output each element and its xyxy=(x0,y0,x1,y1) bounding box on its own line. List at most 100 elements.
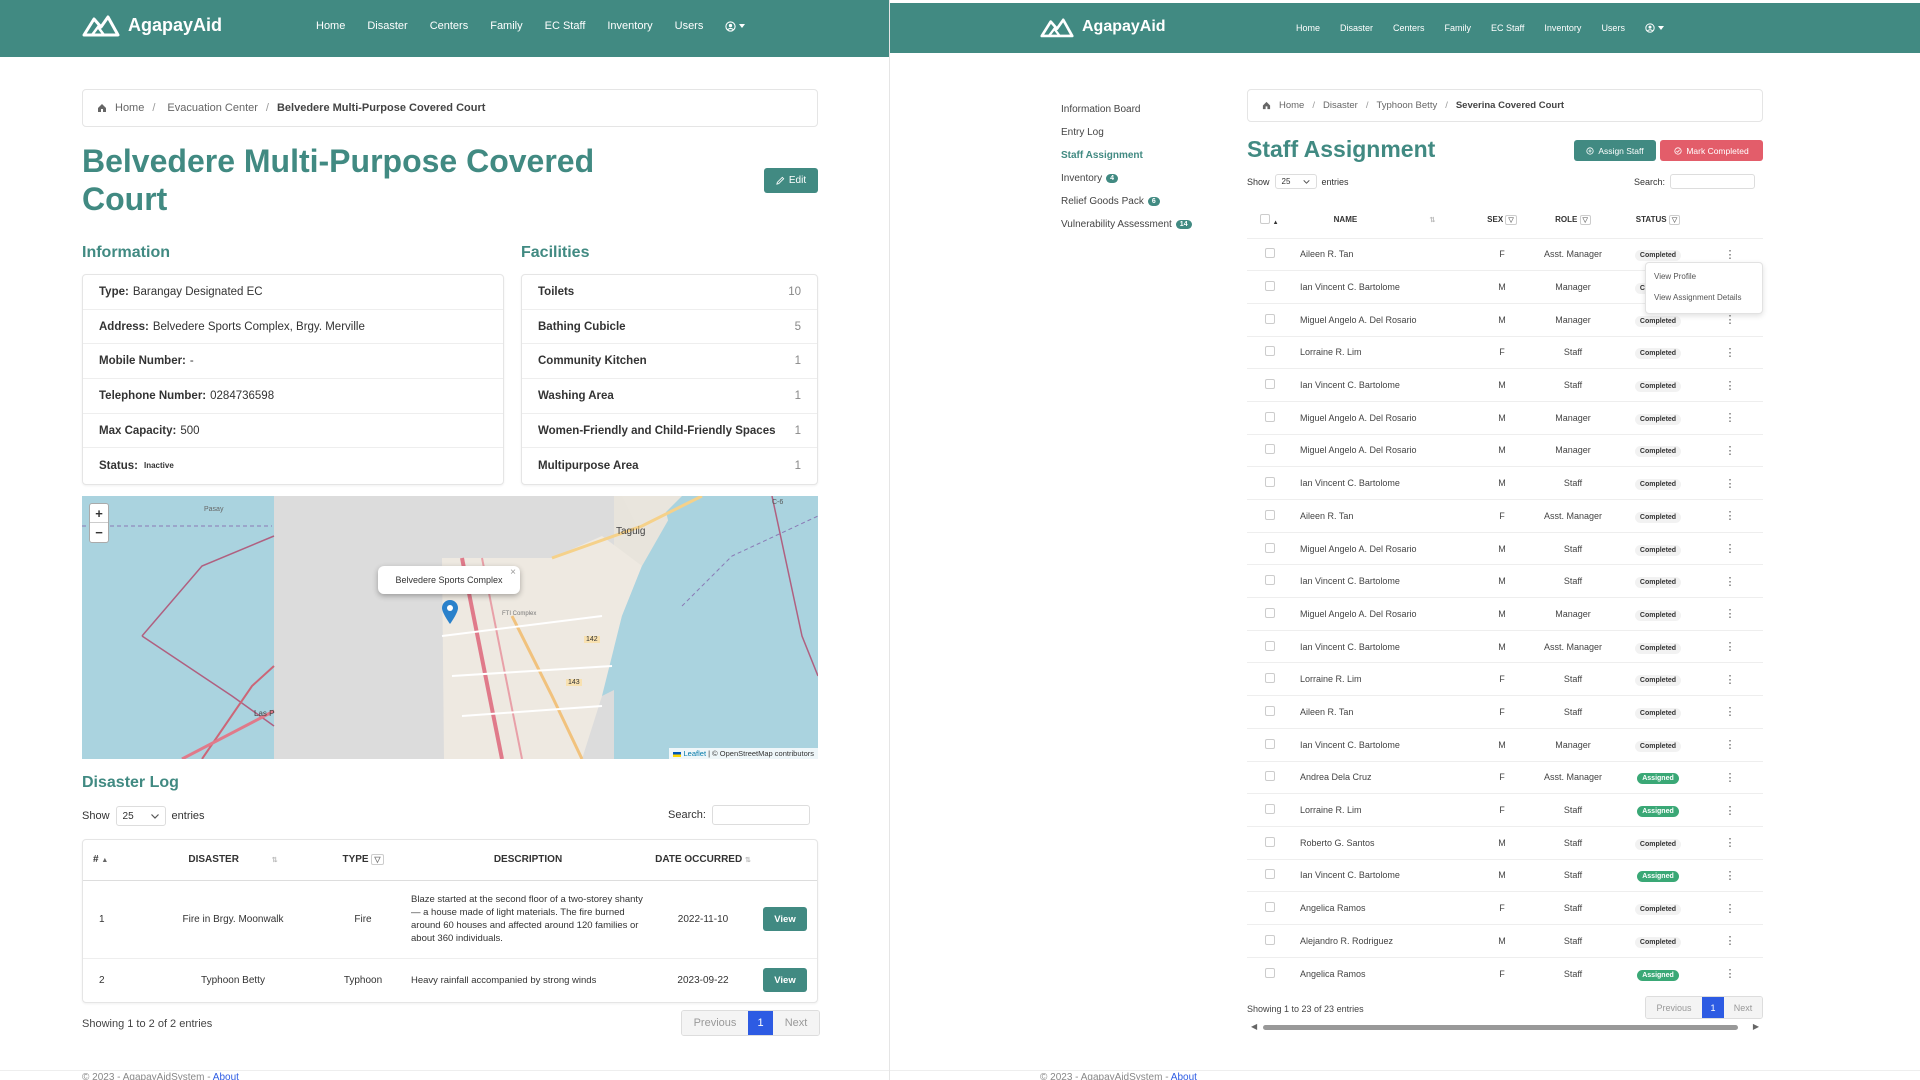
edit-button[interactable]: Edit xyxy=(764,168,818,193)
search-input[interactable] xyxy=(1670,174,1756,189)
kebab-menu-icon[interactable]: ⋮ xyxy=(1725,445,1736,457)
user-menu[interactable] xyxy=(725,20,746,32)
kebab-menu-icon[interactable]: ⋮ xyxy=(1725,576,1736,588)
row-checkbox[interactable] xyxy=(1264,607,1275,618)
row-checkbox[interactable] xyxy=(1264,738,1275,749)
about-link[interactable]: About xyxy=(1171,1072,1197,1080)
zoom-out-button[interactable]: − xyxy=(90,523,108,542)
row-checkbox[interactable] xyxy=(1264,771,1275,782)
row-checkbox[interactable] xyxy=(1264,313,1275,324)
search-input[interactable] xyxy=(711,805,810,825)
kebab-menu-icon[interactable]: ⋮ xyxy=(1725,772,1736,784)
breadcrumb-home[interactable]: Home xyxy=(115,102,144,114)
kebab-menu-icon[interactable]: ⋮ xyxy=(1725,543,1736,555)
select-all-checkbox[interactable] xyxy=(1260,213,1271,224)
row-checkbox[interactable] xyxy=(1264,575,1275,586)
view-assignment-details-option[interactable]: View Assignment Details xyxy=(1646,293,1762,314)
sidebar-item-relief-goods-pack[interactable]: Relief Goods Pack 6 xyxy=(1061,196,1160,207)
row-checkbox[interactable] xyxy=(1264,869,1275,880)
nav-ec-staff[interactable]: EC Staff xyxy=(1491,23,1524,33)
col-role[interactable]: ROLE ▽ xyxy=(1527,202,1619,238)
view-button[interactable]: View xyxy=(763,968,807,993)
kebab-menu-icon[interactable]: ⋮ xyxy=(1725,249,1736,261)
nav-centers[interactable]: Centers xyxy=(430,20,469,32)
kebab-menu-icon[interactable]: ⋮ xyxy=(1725,380,1736,392)
row-checkbox[interactable] xyxy=(1264,640,1275,651)
col-description[interactable]: DESCRIPTION xyxy=(403,840,653,880)
pagination-page-1[interactable]: 1 xyxy=(748,1011,773,1035)
row-checkbox[interactable] xyxy=(1264,705,1275,716)
scroll-right-arrow-icon[interactable]: ▶ xyxy=(1753,1022,1759,1031)
row-checkbox[interactable] xyxy=(1264,804,1275,815)
pagination-previous[interactable]: Previous xyxy=(682,1011,748,1035)
col-date[interactable]: DATE OCCURRED ⇅ xyxy=(653,840,753,880)
nav-home[interactable]: Home xyxy=(316,20,345,32)
kebab-menu-icon[interactable]: ⋮ xyxy=(1725,608,1736,620)
row-checkbox[interactable] xyxy=(1264,346,1275,357)
row-checkbox[interactable] xyxy=(1264,444,1275,455)
mark-completed-button[interactable]: Mark Completed xyxy=(1660,140,1763,161)
leaflet-link[interactable]: Leaflet xyxy=(684,749,707,758)
kebab-menu-icon[interactable]: ⋮ xyxy=(1725,870,1736,882)
location-map[interactable]: + − Belvedere Sports Complex × Taguig Pa… xyxy=(82,496,818,759)
nav-ec-staff[interactable]: EC Staff xyxy=(545,20,586,32)
col-sex[interactable]: SEX ▽ xyxy=(1477,202,1527,238)
nav-family[interactable]: Family xyxy=(1445,23,1472,33)
kebab-menu-icon[interactable]: ⋮ xyxy=(1725,412,1736,424)
nav-family[interactable]: Family xyxy=(490,20,522,32)
nav-centers[interactable]: Centers xyxy=(1393,23,1425,33)
horizontal-scrollbar[interactable]: ◀ ▶ xyxy=(1247,1022,1763,1032)
breadcrumb-evacuation-center[interactable]: Evacuation Center xyxy=(167,102,258,114)
brand-logo[interactable]: AgapayAid xyxy=(82,13,222,37)
row-checkbox[interactable] xyxy=(1264,934,1275,945)
col-status[interactable]: STATUS ▽ xyxy=(1619,202,1697,238)
row-checkbox[interactable] xyxy=(1264,477,1275,488)
kebab-menu-icon[interactable]: ⋮ xyxy=(1725,347,1736,359)
sidebar-item-staff-assignment[interactable]: Staff Assignment xyxy=(1061,150,1143,161)
kebab-menu-icon[interactable]: ⋮ xyxy=(1725,935,1736,947)
breadcrumb-disaster[interactable]: Disaster xyxy=(1323,100,1358,111)
breadcrumb-typhoon-betty[interactable]: Typhoon Betty xyxy=(1376,100,1437,111)
filter-icon[interactable]: ▽ xyxy=(1579,214,1591,225)
nav-home[interactable]: Home xyxy=(1296,23,1320,33)
col-disaster[interactable]: DISASTER ⇅ xyxy=(143,840,323,880)
close-icon[interactable]: × xyxy=(510,567,516,578)
brand-logo[interactable]: AgapayAid xyxy=(1040,16,1166,38)
breadcrumb-home[interactable]: Home xyxy=(1279,100,1304,111)
filter-icon[interactable]: ▽ xyxy=(371,854,384,866)
map-marker-icon[interactable] xyxy=(442,600,458,624)
kebab-menu-icon[interactable]: ⋮ xyxy=(1725,510,1736,522)
pagination-page-1[interactable]: 1 xyxy=(1702,997,1724,1018)
kebab-menu-icon[interactable]: ⋮ xyxy=(1725,478,1736,490)
kebab-menu-icon[interactable]: ⋮ xyxy=(1725,968,1736,980)
user-menu[interactable] xyxy=(1645,23,1664,33)
col-type[interactable]: TYPE ▽ xyxy=(323,840,403,880)
view-button[interactable]: View xyxy=(763,907,807,931)
kebab-menu-icon[interactable]: ⋮ xyxy=(1725,314,1736,326)
nav-users[interactable]: Users xyxy=(675,20,704,32)
pagination-next[interactable]: Next xyxy=(1724,997,1762,1018)
scrollbar-thumb[interactable] xyxy=(1263,1025,1738,1030)
col-number[interactable]: # ▲ xyxy=(83,840,143,880)
pagination-previous[interactable]: Previous xyxy=(1646,997,1702,1018)
row-checkbox[interactable] xyxy=(1264,411,1275,422)
row-checkbox[interactable] xyxy=(1264,379,1275,390)
nav-disaster[interactable]: Disaster xyxy=(1340,23,1373,33)
sidebar-item-vulnerability-assessment[interactable]: Vulnerability Assessment 14 xyxy=(1061,219,1192,230)
assign-staff-button[interactable]: Assign Staff xyxy=(1574,140,1656,161)
sidebar-item-entry-log[interactable]: Entry Log xyxy=(1061,127,1104,138)
row-checkbox[interactable] xyxy=(1264,248,1275,259)
scroll-left-arrow-icon[interactable]: ◀ xyxy=(1251,1022,1257,1031)
kebab-menu-icon[interactable]: ⋮ xyxy=(1725,706,1736,718)
sidebar-item-inventory[interactable]: Inventory 4 xyxy=(1061,173,1119,184)
col-name[interactable]: NAME ⇅ xyxy=(1292,202,1477,238)
pagination-next[interactable]: Next xyxy=(773,1011,819,1035)
kebab-menu-icon[interactable]: ⋮ xyxy=(1725,903,1736,915)
view-profile-option[interactable]: View Profile xyxy=(1646,272,1762,293)
entries-select[interactable]: 25 xyxy=(1274,174,1317,189)
nav-disaster[interactable]: Disaster xyxy=(367,20,407,32)
kebab-menu-icon[interactable]: ⋮ xyxy=(1725,837,1736,849)
row-checkbox[interactable] xyxy=(1264,836,1275,847)
kebab-menu-icon[interactable]: ⋮ xyxy=(1725,641,1736,653)
kebab-menu-icon[interactable]: ⋮ xyxy=(1725,805,1736,817)
